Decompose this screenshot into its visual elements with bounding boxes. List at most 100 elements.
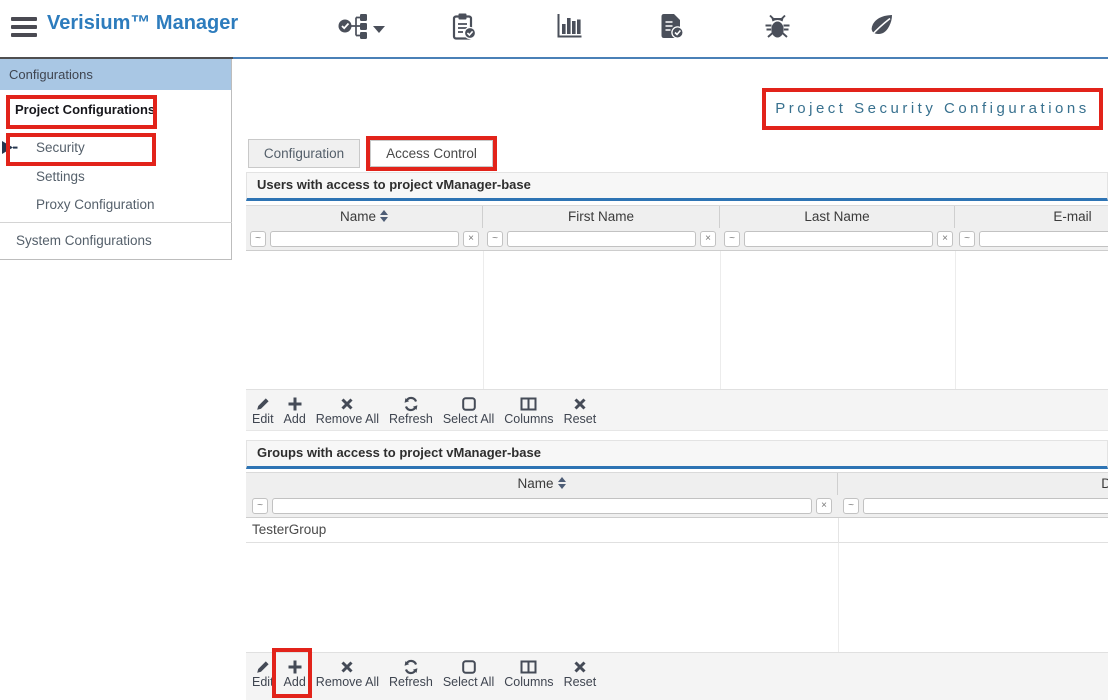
sidebar-header: Configurations bbox=[0, 59, 231, 90]
x-icon bbox=[573, 395, 587, 412]
refresh-icon bbox=[403, 395, 419, 412]
groups-table-body bbox=[246, 543, 1108, 652]
groups-column-header-name[interactable]: Name bbox=[246, 473, 838, 496]
plus-icon bbox=[287, 395, 303, 412]
toolbar-button-label: Add bbox=[284, 412, 306, 427]
toolbar-button-label: Remove All bbox=[316, 675, 379, 690]
toolbar-button-label: Remove All bbox=[316, 412, 379, 427]
users-section-header: Users with access to project vManager-ba… bbox=[246, 172, 1108, 201]
toolbar-button-label: Columns bbox=[504, 675, 553, 690]
sort-icon bbox=[558, 477, 566, 489]
column-label: E-mail bbox=[1053, 209, 1091, 224]
sidebar-divider bbox=[0, 222, 232, 223]
remove-all-button[interactable]: Remove All bbox=[316, 658, 379, 690]
columns-button[interactable]: Columns bbox=[504, 658, 553, 690]
metrics-chart-icon[interactable] bbox=[556, 13, 583, 42]
users-column-header-last-name[interactable]: Last Name bbox=[720, 206, 955, 229]
users-filter-row: ~ × ~ × ~ × ~ bbox=[246, 228, 1108, 251]
reset-button[interactable]: Reset bbox=[564, 658, 597, 690]
tab-access-control[interactable]: Access Control bbox=[370, 140, 493, 167]
add-button[interactable]: Add bbox=[284, 395, 306, 427]
pencil-icon bbox=[255, 658, 271, 675]
toolbar-button-label: Refresh bbox=[389, 675, 433, 690]
selected-item-arrow-icon bbox=[2, 141, 18, 155]
sidebar-item-security[interactable]: Security bbox=[36, 140, 85, 155]
name-filter-operator-button[interactable]: ~ bbox=[250, 231, 266, 247]
x-icon bbox=[340, 395, 354, 412]
users-table-body bbox=[246, 251, 1108, 389]
x-icon bbox=[340, 658, 354, 675]
users-column-header-first-name[interactable]: First Name bbox=[483, 206, 720, 229]
square-icon bbox=[461, 658, 477, 675]
column-label: First Name bbox=[568, 209, 634, 224]
bugs-icon[interactable] bbox=[764, 13, 791, 43]
name-filter-input[interactable] bbox=[270, 231, 459, 247]
first-name-filter-operator-button[interactable]: ~ bbox=[487, 231, 503, 247]
column-label: Name bbox=[340, 209, 376, 224]
plus-icon bbox=[287, 658, 303, 675]
table-row-testergroup[interactable]: TesterGroup bbox=[246, 518, 1108, 543]
x-icon bbox=[573, 658, 587, 675]
edit-button[interactable]: Edit bbox=[252, 395, 274, 427]
users-table-header: Name First Name Last Name E-mail bbox=[246, 205, 1108, 228]
first-name-filter-input[interactable] bbox=[507, 231, 696, 247]
groups-column-header-description[interactable]: Description bbox=[838, 473, 1108, 496]
column-label: Last Name bbox=[804, 209, 869, 224]
page-title: Project Security Configurations bbox=[762, 92, 1103, 126]
users-column-header-email[interactable]: E-mail bbox=[955, 206, 1108, 229]
group-name-filter-operator-button[interactable]: ~ bbox=[252, 498, 268, 514]
users-column-header-name[interactable]: Name bbox=[246, 206, 483, 229]
name-filter-clear-button[interactable]: × bbox=[463, 231, 479, 247]
sidebar-item-settings[interactable]: Settings bbox=[36, 169, 85, 184]
sidebar: Configurations bbox=[0, 59, 232, 260]
toolbar-button-label: Refresh bbox=[389, 412, 433, 427]
groups-filter-row: ~ × ~ bbox=[246, 495, 1108, 518]
select-all-button[interactable]: Select All bbox=[443, 395, 494, 427]
remove-all-button[interactable]: Remove All bbox=[316, 395, 379, 427]
regression-report-icon[interactable] bbox=[660, 13, 685, 43]
analysis-tree-icon[interactable] bbox=[338, 13, 369, 43]
verisium-manager-window: Verisium™ Manager bbox=[0, 0, 1108, 700]
groups-toolbar: Edit Add Remove All Refresh Select All C… bbox=[246, 652, 1108, 700]
sidebar-item-project-configurations[interactable]: Project Configurations bbox=[15, 102, 155, 117]
groups-table-header: Name Description bbox=[246, 472, 1108, 495]
last-name-filter-operator-button[interactable]: ~ bbox=[724, 231, 740, 247]
toolbar-button-label: Add bbox=[284, 675, 306, 690]
email-filter-operator-button[interactable]: ~ bbox=[959, 231, 975, 247]
edit-button[interactable]: Edit bbox=[252, 658, 274, 690]
groups-section-header: Groups with access to project vManager-b… bbox=[246, 440, 1108, 469]
vplan-clipboard-icon[interactable] bbox=[452, 13, 477, 43]
reset-button[interactable]: Reset bbox=[564, 395, 597, 427]
coverage-leaf-icon[interactable] bbox=[868, 13, 895, 41]
toolbar-button-label: Edit bbox=[252, 675, 274, 690]
toolbar-button-label: Select All bbox=[443, 412, 494, 427]
last-name-filter-input[interactable] bbox=[744, 231, 933, 247]
refresh-button[interactable]: Refresh bbox=[389, 395, 433, 427]
refresh-button[interactable]: Refresh bbox=[389, 658, 433, 690]
column-label: Name bbox=[517, 476, 553, 491]
sidebar-item-proxy-configuration[interactable]: Proxy Configuration bbox=[36, 197, 155, 212]
description-filter-input[interactable] bbox=[863, 498, 1108, 514]
columns-button[interactable]: Columns bbox=[504, 395, 553, 427]
group-name-filter-input[interactable] bbox=[272, 498, 812, 514]
toolbar-button-label: Edit bbox=[252, 412, 274, 427]
hamburger-menu-icon[interactable] bbox=[11, 17, 37, 41]
group-name-filter-clear-button[interactable]: × bbox=[816, 498, 832, 514]
last-name-filter-clear-button[interactable]: × bbox=[937, 231, 953, 247]
select-all-button[interactable]: Select All bbox=[443, 658, 494, 690]
description-filter-operator-button[interactable]: ~ bbox=[843, 498, 859, 514]
sort-icon bbox=[380, 210, 388, 222]
main-content: Project Security Configurations Configur… bbox=[246, 59, 1108, 700]
columns-icon bbox=[520, 658, 537, 675]
toolbar-button-label: Reset bbox=[564, 412, 597, 427]
sidebar-item-system-configurations[interactable]: System Configurations bbox=[16, 233, 152, 248]
chevron-down-icon[interactable] bbox=[373, 26, 385, 33]
users-toolbar: Edit Add Remove All Refresh Select All C… bbox=[246, 389, 1108, 431]
email-filter-input[interactable] bbox=[979, 231, 1108, 247]
toolbar-button-label: Columns bbox=[504, 412, 553, 427]
add-button[interactable]: Add bbox=[284, 658, 306, 690]
pencil-icon bbox=[255, 395, 271, 412]
columns-icon bbox=[520, 395, 537, 412]
tab-configuration[interactable]: Configuration bbox=[248, 139, 360, 168]
first-name-filter-clear-button[interactable]: × bbox=[700, 231, 716, 247]
